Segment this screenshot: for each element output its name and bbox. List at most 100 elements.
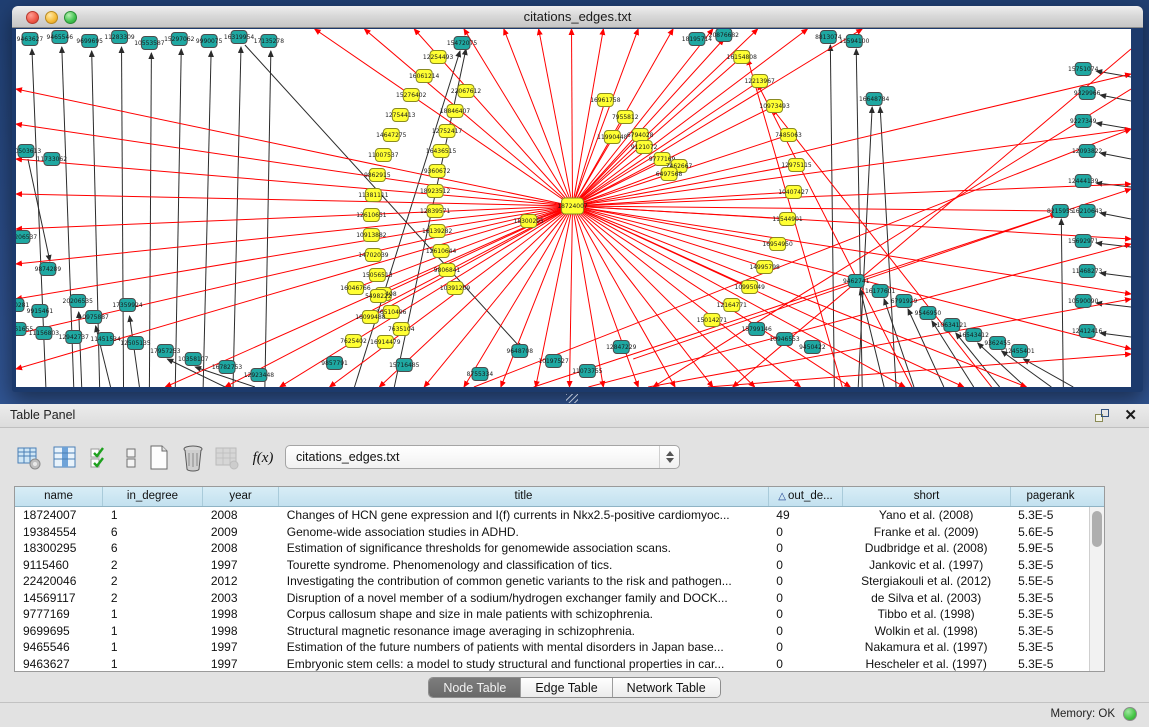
table-cell[interactable]: 22420046	[15, 573, 103, 590]
table-cell[interactable]: 2	[103, 573, 203, 590]
red-edge[interactable]	[16, 159, 573, 206]
table-cell[interactable]: 2	[103, 557, 203, 574]
red-edge[interactable]	[573, 206, 639, 387]
red-edge[interactable]	[573, 74, 1131, 206]
panel-resize-grip[interactable]	[566, 394, 578, 403]
rows-icon[interactable]	[116, 442, 146, 474]
red-edge[interactable]	[573, 57, 742, 206]
table-cell[interactable]: 0	[768, 623, 842, 640]
table-cell[interactable]: 2008	[203, 540, 279, 557]
red-edge[interactable]	[539, 29, 573, 206]
table-cell[interactable]: Estimation of significance thresholds fo…	[279, 540, 769, 557]
table-cell[interactable]: 0	[768, 590, 842, 607]
table-row[interactable]: 969969511998Structural magnetic resonanc…	[15, 623, 1089, 640]
table-cell[interactable]: 1	[103, 507, 203, 524]
table-cell[interactable]: Jankovic et al. (1997)	[842, 557, 1010, 574]
table-cell[interactable]: Stergiakouli et al. (2012)	[842, 573, 1010, 590]
table-row[interactable]: 946362711997Embryonic stem cells: a mode…	[15, 656, 1089, 672]
table-row[interactable]: 2242004622012Investigating the contribut…	[15, 573, 1089, 590]
column-header-out-degree[interactable]: △out_de...	[769, 487, 843, 506]
table-cell[interactable]: 2	[103, 590, 203, 607]
table-cell[interactable]: Yano et al. (2008)	[842, 507, 1010, 524]
table-cell[interactable]: 0	[768, 524, 842, 541]
table-cell[interactable]: 18724007	[15, 507, 103, 524]
red-edge[interactable]	[573, 206, 713, 387]
red-edge[interactable]	[573, 206, 750, 287]
table-cell[interactable]: 18300295	[15, 540, 103, 557]
red-edge[interactable]	[573, 129, 1131, 206]
table-cell[interactable]: Dudbridge et al. (2008)	[842, 540, 1010, 557]
black-edge[interactable]	[1100, 333, 1131, 337]
table-cell[interactable]: 5.3E-5	[1010, 557, 1089, 574]
table-cell[interactable]: Embryonic stem cells: a model to study s…	[279, 656, 769, 672]
table-cell[interactable]: 1	[103, 606, 203, 623]
table-cell[interactable]: 5.6E-5	[1010, 524, 1089, 541]
table-cell[interactable]: Changes of HCN gene expression and I(f) …	[279, 507, 769, 524]
table-cell[interactable]: Disruption of a novel member of a sodium…	[279, 590, 769, 607]
black-edge[interactable]	[1096, 303, 1131, 307]
table-row[interactable]: 946554611997Estimation of the future num…	[15, 639, 1089, 656]
table-row[interactable]: 1456911722003Disruption of a novel membe…	[15, 590, 1089, 607]
red-edge[interactable]	[572, 29, 573, 206]
table-cell[interactable]: Hescheler et al. (1997)	[842, 656, 1010, 672]
table-body[interactable]: 1872400712008Changes of HCN gene express…	[15, 507, 1089, 671]
column-header-short[interactable]: short	[843, 487, 1011, 506]
table-cell[interactable]: 0	[768, 606, 842, 623]
table-cell[interactable]: 1998	[203, 606, 279, 623]
table-cell[interactable]: 9465546	[15, 639, 103, 656]
table-cell[interactable]: 5.3E-5	[1010, 623, 1089, 640]
tab-network-table[interactable]: Network Table	[613, 678, 720, 697]
table-cell[interactable]: 49	[768, 507, 842, 524]
red-edge[interactable]	[573, 206, 755, 387]
table-cell[interactable]: Investigating the contribution of common…	[279, 573, 769, 590]
select-all-icon[interactable]	[86, 442, 116, 474]
red-edge[interactable]	[573, 206, 906, 387]
table-cell[interactable]: 1	[103, 656, 203, 672]
black-edge[interactable]	[149, 53, 151, 387]
table-selector-dropdown[interactable]: citations_edges.txt	[285, 445, 680, 469]
table-cell[interactable]: 2012	[203, 573, 279, 590]
table-cell[interactable]: 5.3E-5	[1010, 656, 1089, 672]
table-cell[interactable]: 14569117	[15, 590, 103, 607]
table-row[interactable]: 1872400712008Changes of HCN gene express…	[15, 507, 1089, 524]
red-edge[interactable]	[570, 206, 573, 387]
table-vertical-scrollbar[interactable]	[1089, 507, 1104, 671]
table-settings-icon[interactable]	[14, 442, 44, 474]
black-edge[interactable]	[28, 159, 50, 261]
table-cell[interactable]: Corpus callosum shape and size in male p…	[279, 606, 769, 623]
tab-node-table[interactable]: Node Table	[429, 678, 521, 697]
table-cell[interactable]: Wolkin et al. (1998)	[842, 623, 1010, 640]
table-cell[interactable]: Nakamura et al. (1997)	[842, 639, 1010, 656]
black-edge[interactable]	[233, 47, 241, 387]
table-cell[interactable]: Tibbo et al. (1998)	[842, 606, 1010, 623]
table-cell[interactable]: 9115460	[15, 557, 103, 574]
table-cell[interactable]: 5.9E-5	[1010, 540, 1089, 557]
table-cell[interactable]: Tourette syndrome. Phenomenology and cla…	[279, 557, 769, 574]
column-header-name[interactable]: name	[15, 487, 103, 506]
table-cell[interactable]: 1997	[203, 639, 279, 656]
red-edge[interactable]	[16, 206, 573, 264]
select-columns-icon[interactable]	[50, 442, 80, 474]
black-edge[interactable]	[1023, 359, 1073, 387]
black-edge[interactable]	[1100, 213, 1131, 219]
table-cell[interactable]: 1998	[203, 623, 279, 640]
float-panel-icon[interactable]	[1095, 409, 1109, 422]
table-cell[interactable]: Estimation of the future numbers of pati…	[279, 639, 769, 656]
red-edge[interactable]	[16, 124, 573, 206]
new-table-icon[interactable]	[144, 442, 174, 474]
column-header-pagerank[interactable]: pagerank	[1011, 487, 1090, 506]
red-edge[interactable]	[16, 206, 573, 299]
table-row[interactable]: 1938455462009Genome-wide association stu…	[15, 524, 1089, 541]
table-cell[interactable]: 9777169	[15, 606, 103, 623]
black-edge[interactable]	[830, 45, 834, 387]
network-view[interactable]: 9463627946554696996951128330910553587152…	[16, 29, 1131, 387]
table-cell[interactable]: Franke et al. (2009)	[842, 524, 1010, 541]
black-edge[interactable]	[175, 49, 181, 387]
column-header-in-degree[interactable]: in_degree	[103, 487, 203, 506]
close-panel-icon[interactable]: ✕	[1124, 406, 1137, 424]
red-edge[interactable]	[16, 89, 573, 206]
black-edge[interactable]	[858, 107, 872, 387]
table-cell[interactable]: 0	[768, 639, 842, 656]
black-edge[interactable]	[1100, 273, 1131, 277]
black-edge[interactable]	[129, 316, 139, 387]
